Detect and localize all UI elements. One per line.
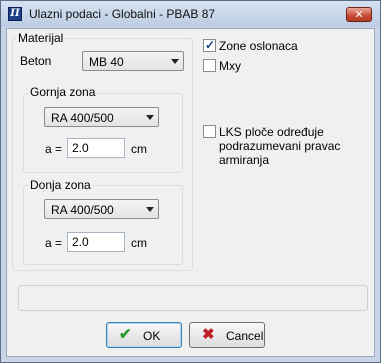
lower-zone-group <box>23 185 183 265</box>
ok-button[interactable]: ✔ OK <box>106 322 182 348</box>
upper-a-label: a = <box>45 142 63 156</box>
ok-label: OK <box>143 329 161 343</box>
lks-label-line-3[interactable]: armiranja <box>219 153 269 167</box>
dialog-window: Π Ulazni podaci - Globalni - PBAB 87 ✕ M… <box>0 0 381 363</box>
close-button[interactable]: ✕ <box>346 7 372 22</box>
cancel-label: Cancel <box>226 329 264 343</box>
upper-rebar-select[interactable]: RA 400/500 <box>44 107 159 127</box>
mxy-label[interactable]: Mxy <box>219 59 241 73</box>
check-mark-icon: ✓ <box>205 38 216 52</box>
lower-a-input[interactable]: 2.0 <box>67 232 125 252</box>
chevron-down-icon <box>146 115 154 120</box>
beton-label: Beton <box>20 54 52 68</box>
close-icon: ✕ <box>354 8 364 21</box>
lower-rebar-value: RA 400/500 <box>51 203 114 217</box>
dialog-body: Materijal Beton MB 40 Gornja zona RA 400… <box>6 28 375 357</box>
chevron-down-icon <box>146 207 154 212</box>
upper-rebar-value: RA 400/500 <box>51 111 114 125</box>
title-bar[interactable]: Π Ulazni podaci - Globalni - PBAB 87 ✕ <box>1 1 380 27</box>
lks-label-line-1[interactable]: LKS ploče određuje <box>219 125 324 139</box>
beton-select[interactable]: MB 40 <box>82 51 184 71</box>
lower-rebar-select[interactable]: RA 400/500 <box>44 199 159 219</box>
cancel-button[interactable]: ✖ Cancel <box>189 322 265 348</box>
lks-label-line-2[interactable]: podrazumevani pravac <box>219 139 340 153</box>
lower-a-unit: cm <box>131 236 147 250</box>
window-title: Ulazni podaci - Globalni - PBAB 87 <box>29 7 216 21</box>
x-icon: ✖ <box>202 326 215 343</box>
upper-zone-group <box>23 93 183 173</box>
zone-oslonaca-label[interactable]: Zone oslonaca <box>219 39 298 53</box>
mxy-checkbox[interactable] <box>203 59 216 72</box>
upper-zone-legend: Gornja zona <box>28 85 98 99</box>
chevron-down-icon <box>171 59 179 64</box>
lower-zone-legend: Donja zona <box>28 178 93 192</box>
zone-oslonaca-checkbox[interactable]: ✓ <box>203 38 216 52</box>
upper-a-input[interactable]: 2.0 <box>67 138 125 158</box>
lower-a-label: a = <box>45 236 63 250</box>
app-icon: Π <box>8 7 22 21</box>
upper-a-unit: cm <box>131 142 147 156</box>
material-legend: Materijal <box>16 31 66 45</box>
lks-checkbox[interactable] <box>203 125 216 138</box>
beton-value: MB 40 <box>89 55 124 69</box>
status-area <box>18 285 368 311</box>
checkmark-icon: ✔ <box>119 326 132 343</box>
